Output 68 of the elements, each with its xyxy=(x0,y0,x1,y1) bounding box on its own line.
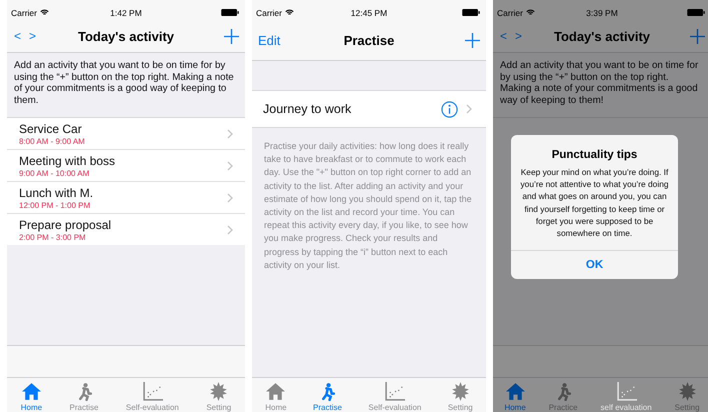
battery-icon xyxy=(462,9,480,16)
wifi-icon xyxy=(526,9,535,16)
add-icon[interactable] xyxy=(465,32,480,48)
edit-button[interactable]: Edit xyxy=(258,32,280,48)
activity-row[interactable]: Journey to work xyxy=(252,91,486,128)
status-time: 1:42 PM xyxy=(109,8,143,18)
screen-title: Today's activity xyxy=(554,28,650,44)
activity-time: 8:00 AM - 9:00 AM xyxy=(19,136,86,146)
status-time: 12:45 PM xyxy=(350,8,388,18)
activity-row[interactable]: Meeting with boss 9:00 AM - 10:00 AM xyxy=(7,150,245,182)
arrow-button[interactable]: < xyxy=(13,29,22,43)
tab[interactable]: Practise xyxy=(313,382,342,412)
activity-name: Journey to work xyxy=(263,102,352,116)
activity-time: 9:00 AM - 10:00 AM xyxy=(19,168,90,178)
tab[interactable]: Practice xyxy=(548,382,578,412)
tab[interactable]: Home xyxy=(265,382,287,412)
activity-row[interactable]: Prepare proposal 2:00 PM - 3:00 PM xyxy=(7,214,245,245)
description-text: Practise your daily activities: how long does it really take to have breakfast or to commute to work each day. Use the "+" button on top right corner to add an activity to the list. After adding an activity and your estimate of how long you should spend on it, tap the activity on the list and record your time. You can repeat this activity every day, if you like, to see how you make progress. Check your results and progress by tapping the “i” button next to each activity on your list. xyxy=(263,140,473,272)
activity-row[interactable]: Service Car 8:00 AM - 9:00 AM xyxy=(7,118,245,150)
info-icon[interactable] xyxy=(441,100,458,118)
battery-icon xyxy=(687,9,705,16)
activity-time: 2:00 PM - 3:00 PM xyxy=(19,232,87,242)
house-icon xyxy=(20,382,42,401)
scatter-chart-icon xyxy=(384,382,406,401)
status-time: 3:39 PM xyxy=(585,8,619,18)
arrow-button[interactable]: > xyxy=(28,29,38,43)
gear-icon xyxy=(450,382,471,401)
gear-icon xyxy=(676,382,698,401)
activity-name: Lunch with M. xyxy=(19,186,94,200)
intro-text: Add an activity that you want to be on time for by using the “+” button on the top right. Making a note of your commitments is a good way of keeping to them! xyxy=(493,53,708,118)
tab[interactable]: Self-evaluation xyxy=(126,382,179,412)
add-icon[interactable] xyxy=(690,28,705,44)
activity-name: Service Car xyxy=(19,122,83,136)
tab[interactable]: Practise xyxy=(70,382,98,412)
ok-button[interactable]: OK xyxy=(511,250,678,280)
tab[interactable]: Self-evaluation xyxy=(368,382,422,412)
chevron-icon xyxy=(227,192,233,202)
screen-title: Today's activity xyxy=(78,28,174,44)
arrow-button[interactable]: > xyxy=(514,29,524,43)
tab[interactable]: Setting xyxy=(448,382,473,412)
activity-name: Meeting with boss xyxy=(19,154,116,168)
chevron-icon xyxy=(227,160,233,170)
chevron-icon xyxy=(466,104,472,114)
activity-time: 12:00 PM - 1:00 PM xyxy=(19,200,92,210)
scatter-chart-icon xyxy=(616,382,637,401)
wifi-icon xyxy=(40,9,49,16)
chevron-icon xyxy=(227,128,233,138)
gear-icon xyxy=(208,382,230,401)
alert-message: Keep your mind on what you’re doing. If you’re not attentive to what you’re doing and what goes on around you, you can find yourself forgetting to keep time or forget you were supposed to be somewhere on time. xyxy=(519,166,670,240)
carrier-label: Carrier xyxy=(11,8,37,18)
house-icon xyxy=(265,382,286,401)
tab[interactable]: Setting xyxy=(674,382,700,412)
arrow-button[interactable]: < xyxy=(499,29,508,43)
tab[interactable]: Setting xyxy=(206,382,232,412)
scatter-chart-icon xyxy=(142,382,163,401)
chevron-icon xyxy=(227,224,233,234)
alert-title: Punctuality tips xyxy=(552,149,638,161)
screen-title: Practise xyxy=(344,32,394,48)
battery-icon xyxy=(221,9,239,16)
activity-row[interactable]: Lunch with M. 12:00 PM - 1:00 PM xyxy=(7,182,245,214)
tab[interactable]: Home xyxy=(20,382,42,412)
carrier-label: Carrier xyxy=(497,8,523,18)
activity-name: Prepare proposal xyxy=(19,218,112,232)
tab[interactable]: Home xyxy=(504,382,526,412)
add-icon[interactable] xyxy=(224,28,239,44)
carrier-label: Carrier xyxy=(256,8,282,18)
wifi-icon xyxy=(284,9,294,16)
house-icon xyxy=(504,382,526,401)
